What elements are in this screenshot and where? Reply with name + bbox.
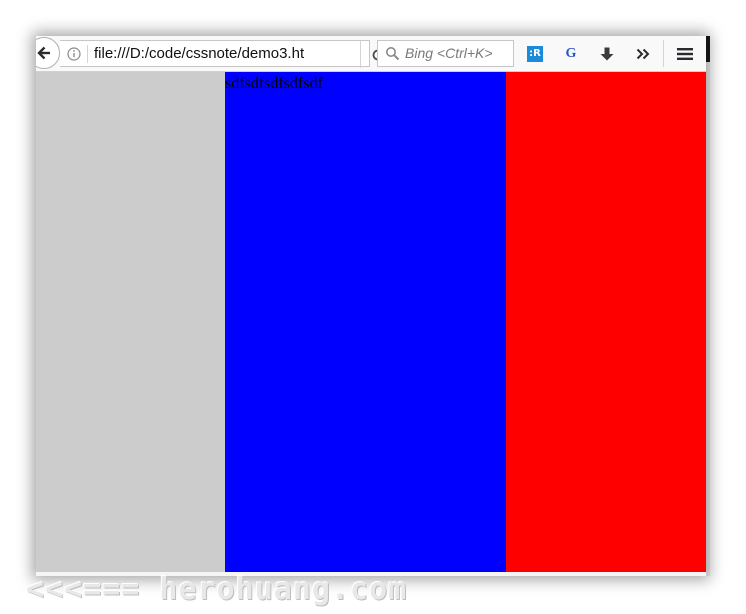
page-text: sdfsdfsdfsdfsdf xyxy=(225,75,323,92)
extension-g-button[interactable]: G xyxy=(558,41,584,67)
page-viewport: sdfsdfsdfsdfsdf xyxy=(36,72,706,572)
url-separator xyxy=(87,45,88,63)
navigation-toolbar: file:///D:/code/cssnote/demo3.ht Bing <C… xyxy=(36,36,706,72)
left-grey-column xyxy=(36,72,225,572)
watermark-text: <<<=== herohuang.com xyxy=(26,572,408,607)
overflow-button[interactable] xyxy=(630,41,656,67)
extension-r-button[interactable]: :R xyxy=(522,41,548,67)
hamburger-menu-icon xyxy=(677,48,693,60)
url-text[interactable]: file:///D:/code/cssnote/demo3.ht xyxy=(94,41,306,68)
back-arrow-icon xyxy=(37,46,50,60)
background-window-edge xyxy=(706,36,710,576)
extension-r-icon: :R xyxy=(527,46,543,62)
download-icon xyxy=(600,47,614,61)
back-button[interactable] xyxy=(36,37,60,69)
background-window-titlebar xyxy=(706,36,710,62)
url-bar[interactable]: file:///D:/code/cssnote/demo3.ht xyxy=(60,40,383,68)
search-icon xyxy=(386,47,400,61)
right-red-column xyxy=(506,72,706,572)
extension-g-icon: G xyxy=(565,46,577,61)
screenshot-stage: file:///D:/code/cssnote/demo3.ht Bing <C… xyxy=(0,0,746,614)
menu-button[interactable] xyxy=(672,41,698,67)
toolbar-separator xyxy=(663,40,664,67)
download-button[interactable] xyxy=(594,41,620,67)
overflow-chevron-icon xyxy=(636,48,650,60)
search-placeholder: Bing <Ctrl+K> xyxy=(405,45,493,61)
middle-blue-column: sdfsdfsdfsdfsdf xyxy=(225,72,506,572)
browser-window: file:///D:/code/cssnote/demo3.ht Bing <C… xyxy=(36,36,706,576)
search-bar[interactable]: Bing <Ctrl+K> xyxy=(377,40,514,67)
info-icon[interactable] xyxy=(67,47,81,61)
